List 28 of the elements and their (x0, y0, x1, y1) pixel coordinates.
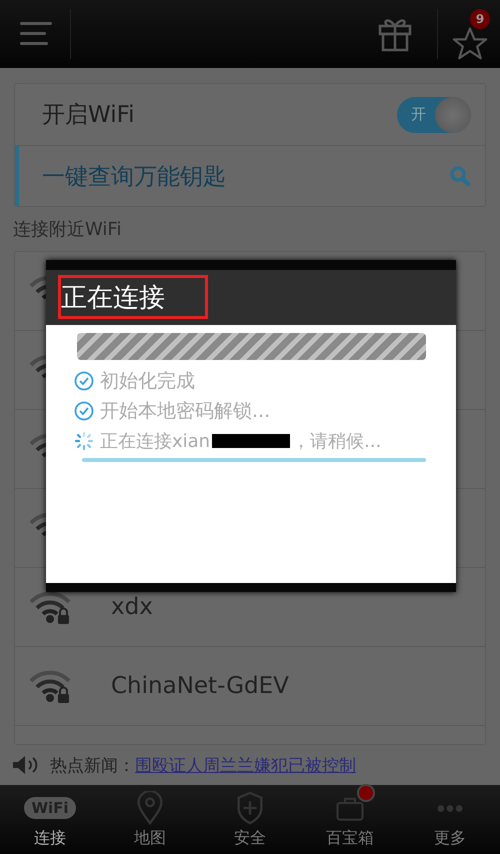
shield-icon (235, 791, 265, 825)
network-name: ChinaNet-GdEV (111, 673, 289, 699)
network-row[interactable]: ChinaNet-GdEV (15, 647, 485, 726)
nav-tab[interactable]: 更多 (400, 785, 500, 854)
menu-icon[interactable] (20, 20, 52, 48)
nav-tab[interactable]: 地图 (100, 785, 200, 854)
network-name: xdx (111, 594, 153, 620)
star-icon[interactable] (452, 26, 488, 60)
wifi-lock-icon (29, 669, 71, 703)
section-label: 连接附近WiFi (12, 218, 122, 242)
more-icon (435, 804, 465, 812)
wifi-toggle[interactable]: 开 (397, 96, 471, 132)
check-icon (74, 371, 94, 391)
map-pin-icon (135, 791, 165, 825)
spinner-icon (74, 431, 94, 451)
news-label: 热点新闻： (50, 754, 135, 776)
step-text: 初始化完成 (100, 369, 195, 394)
nav-tab[interactable]: 百宝箱 (300, 785, 400, 854)
nav-tab[interactable]: 安全 (200, 785, 300, 854)
step-text: 正在连接xian (100, 430, 210, 453)
dialog-title: 正在连接 (61, 282, 165, 315)
notification-badge: 9 (470, 9, 490, 29)
wifi-label: 开启WiFi (42, 101, 136, 130)
step-text: 开始本地密码解锁... (100, 399, 270, 424)
check-icon (74, 401, 94, 421)
wifi-lock-icon (29, 590, 71, 624)
step-text: ，请稍候... (292, 430, 382, 453)
search-icon (449, 165, 471, 187)
